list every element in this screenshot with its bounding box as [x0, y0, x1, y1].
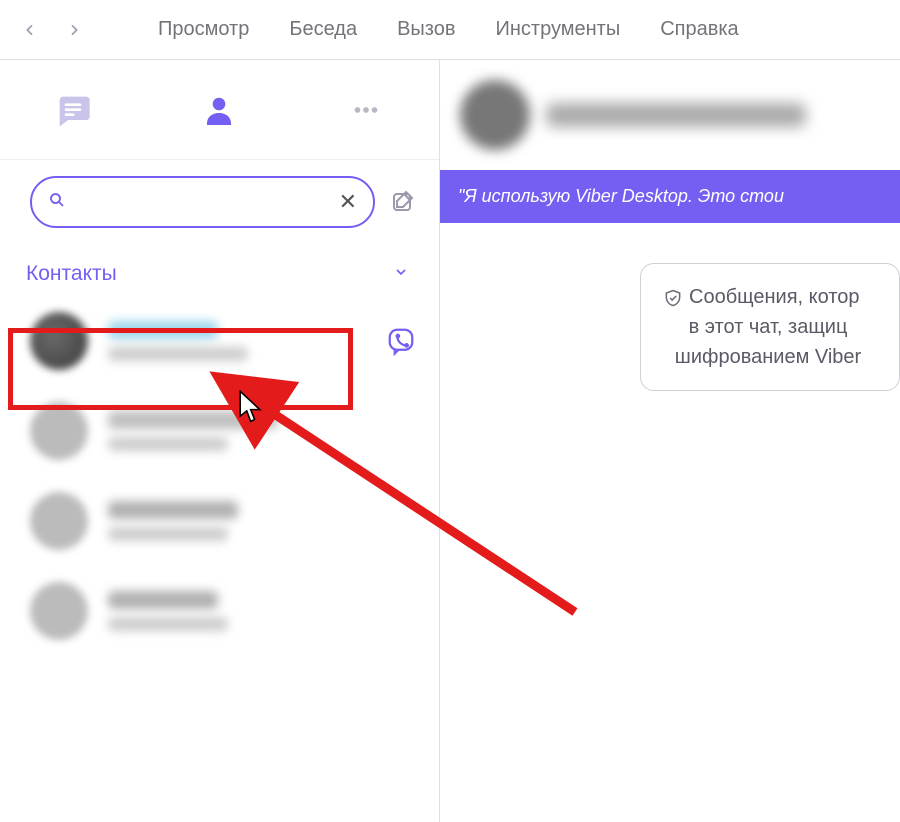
chevron-down-icon — [393, 262, 409, 286]
contact-text — [108, 591, 417, 631]
more-tab[interactable] — [346, 90, 386, 130]
viber-icon — [385, 325, 417, 357]
contact-text — [108, 321, 385, 361]
menu-item-call[interactable]: Вызов — [397, 18, 455, 41]
chat-header — [440, 60, 900, 170]
contacts-section-header[interactable]: Контакты — [0, 244, 439, 296]
contact-row[interactable] — [0, 476, 439, 566]
contact-text — [108, 501, 417, 541]
status-banner: "Я использую Viber Desktop. Это стои — [440, 170, 900, 223]
contact-list — [0, 296, 439, 656]
avatar — [30, 312, 88, 370]
chat-avatar[interactable] — [460, 80, 530, 150]
contact-sub-blurred — [108, 617, 228, 631]
top-menu-bar: Просмотр Беседа Вызов Инструменты Справк… — [0, 0, 900, 60]
search-input[interactable] — [76, 193, 329, 211]
menu-items: Просмотр Беседа Вызов Инструменты Справк… — [158, 18, 739, 41]
avatar — [30, 582, 88, 640]
sidebar-tabs — [0, 60, 439, 160]
contact-row[interactable] — [0, 566, 439, 656]
info-line-3: шифрованием Viber — [657, 342, 879, 372]
menu-item-chat[interactable]: Беседа — [289, 18, 357, 41]
search-box[interactable]: ✕ — [30, 176, 375, 228]
avatar — [30, 402, 88, 460]
contacts-section-label: Контакты — [26, 262, 117, 286]
nav-back-button[interactable] — [10, 10, 50, 50]
info-line-2: в этот чат, защиц — [657, 312, 879, 342]
contact-sub-blurred — [108, 347, 248, 361]
encryption-info-bubble: Сообщения, котор в этот чат, защиц шифро… — [640, 263, 900, 391]
avatar — [30, 492, 88, 550]
compose-button[interactable] — [387, 187, 417, 217]
contacts-tab[interactable] — [199, 90, 239, 130]
info-line-1: Сообщения, котор — [689, 282, 860, 312]
clear-search-button[interactable]: ✕ — [339, 189, 357, 215]
contact-sub-blurred — [108, 527, 228, 541]
chat-title-blurred — [546, 103, 806, 127]
contact-name-blurred — [108, 321, 218, 339]
search-icon — [48, 191, 66, 214]
search-row: ✕ — [0, 160, 439, 244]
contact-row[interactable] — [0, 296, 439, 386]
sidebar: ✕ Контакты — [0, 60, 440, 822]
contact-name-blurred — [108, 591, 218, 609]
cursor-icon — [238, 390, 266, 424]
contact-row[interactable] — [0, 386, 439, 476]
shield-icon — [663, 287, 683, 307]
menu-item-view[interactable]: Просмотр — [158, 18, 249, 41]
nav-forward-button[interactable] — [54, 10, 94, 50]
menu-item-help[interactable]: Справка — [660, 18, 738, 41]
chat-pane: "Я использую Viber Desktop. Это стои Соо… — [440, 60, 900, 822]
chats-tab[interactable] — [53, 90, 93, 130]
contact-sub-blurred — [108, 437, 228, 451]
contact-name-blurred — [108, 501, 238, 519]
menu-item-tools[interactable]: Инструменты — [496, 18, 621, 41]
